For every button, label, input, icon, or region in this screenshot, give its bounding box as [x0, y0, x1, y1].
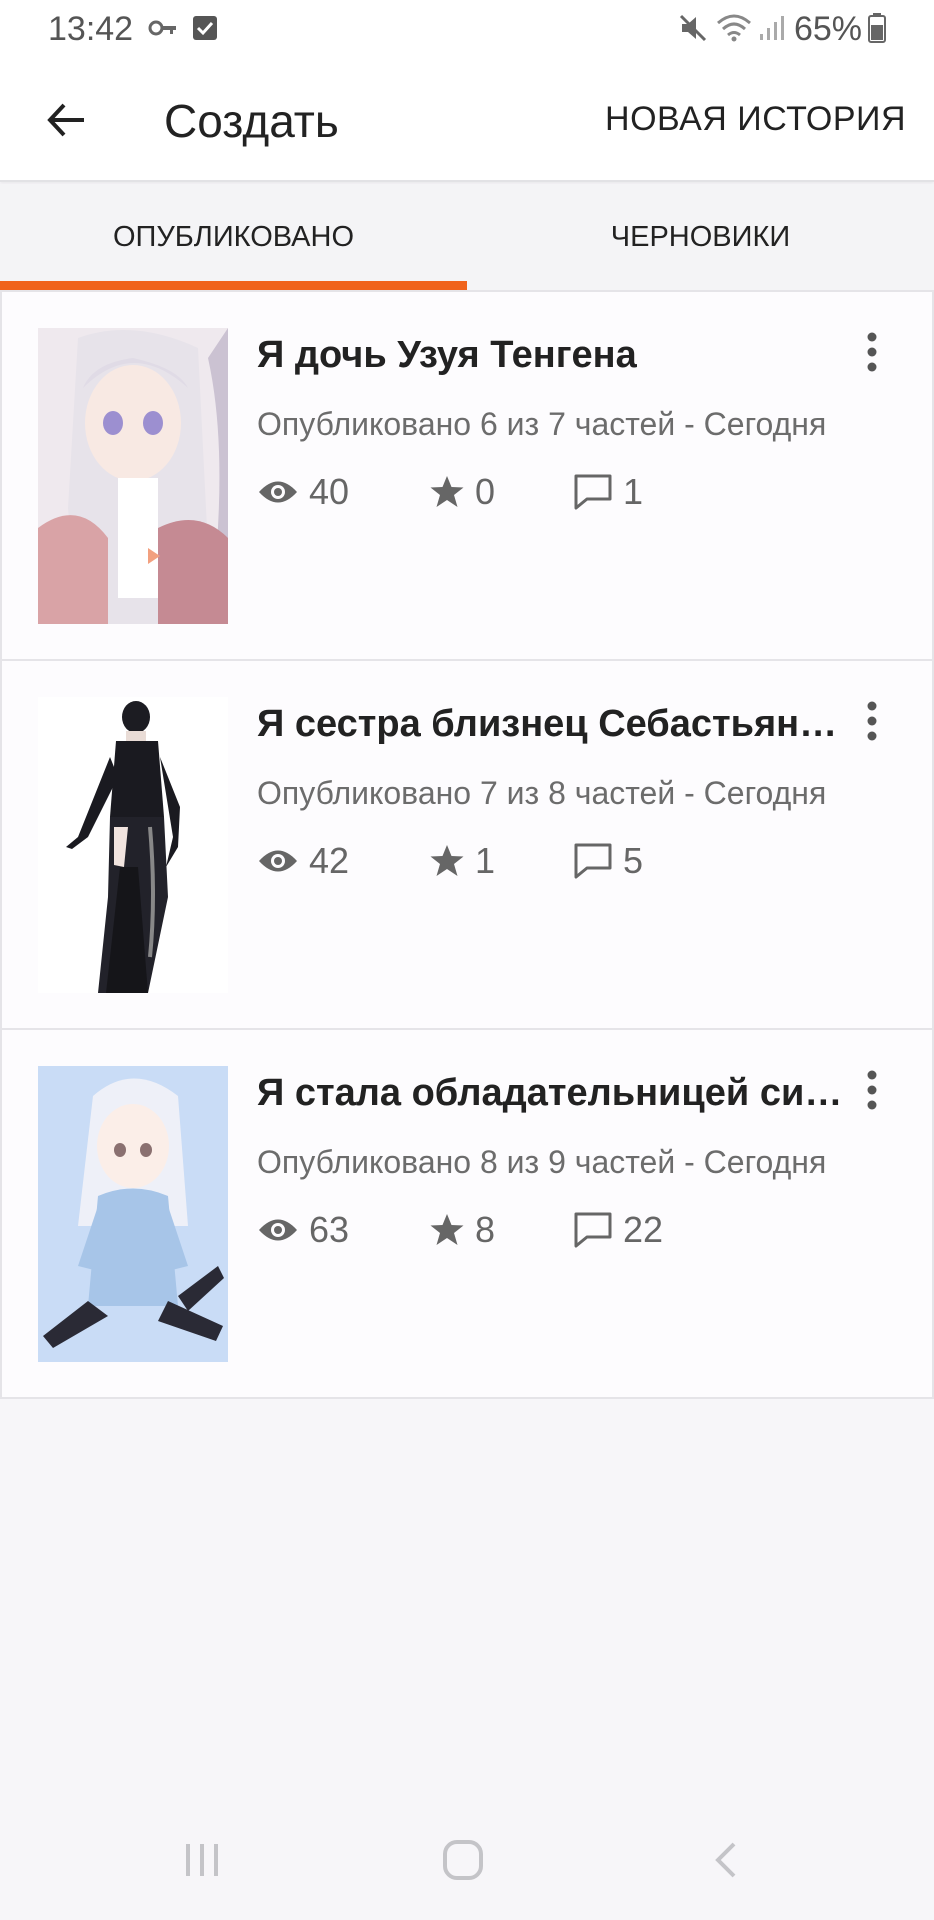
- comments-count: 22: [623, 1209, 664, 1250]
- story-cover-image: [38, 697, 228, 993]
- votes-count: 8: [475, 1209, 496, 1250]
- story-publish-status: Опубликовано 6 из 7 частей - Сегодня: [257, 406, 827, 442]
- home-icon: [443, 1840, 483, 1880]
- key-icon: [148, 12, 178, 44]
- story-card[interactable]: Я стала обладательницей сис… Опубликован…: [0, 1028, 934, 1399]
- more-options-button[interactable]: [852, 691, 892, 751]
- recent-apps-button[interactable]: [172, 1830, 232, 1890]
- story-card[interactable]: Я дочь Узуя Тенгена Опубликовано 6 из 7 …: [0, 290, 934, 661]
- eye-icon: [259, 481, 297, 503]
- story-publish-status: Опубликовано 8 из 9 частей - Сегодня: [257, 1144, 827, 1180]
- votes-stat: 0: [429, 468, 495, 516]
- views-stat: 40: [257, 468, 349, 516]
- comments-stat: 5: [573, 837, 643, 885]
- comment-icon: [574, 474, 612, 510]
- comments-count: 5: [623, 840, 644, 881]
- more-options-button[interactable]: [852, 1060, 892, 1120]
- story-stats: 42 1 5: [257, 837, 817, 885]
- comment-icon: [574, 843, 612, 879]
- comment-icon: [574, 1212, 612, 1248]
- star-icon: [430, 1214, 464, 1245]
- star-icon: [430, 476, 464, 507]
- eye-icon: [259, 850, 297, 872]
- story-cover-image: [38, 1066, 228, 1362]
- battery-percent: 65%: [793, 10, 862, 48]
- signal-icon: [758, 12, 786, 44]
- more-vertical-icon: [867, 701, 877, 741]
- story-publish-status: Опубликовано 7 из 8 частей - Сегодня: [257, 775, 827, 811]
- votes-count: 1: [475, 840, 496, 881]
- system-nav-bar: [0, 1800, 934, 1920]
- wifi-icon: [716, 12, 752, 44]
- votes-count: 0: [475, 471, 496, 512]
- views-count: 42: [309, 840, 350, 881]
- app-bar: Создать НОВАЯ ИСТОРИЯ: [0, 60, 934, 182]
- tab-published[interactable]: ОПУБЛИКОВАНО: [0, 184, 467, 290]
- tab-bar: ОПУБЛИКОВАНО ЧЕРНОВИКИ: [0, 184, 934, 290]
- more-options-button[interactable]: [852, 322, 892, 382]
- comments-count: 1: [623, 471, 644, 512]
- chevron-left-icon: [715, 1842, 736, 1878]
- recent-apps-icon: [186, 1844, 218, 1876]
- status-time: 13:42: [48, 10, 134, 48]
- views-stat: 63: [257, 1206, 349, 1254]
- arrow-left-icon: [47, 103, 84, 137]
- back-button[interactable]: [36, 90, 96, 150]
- check-square-icon: [192, 12, 218, 44]
- story-title[interactable]: Я стала обладательницей сис…: [257, 1072, 857, 1115]
- battery-icon: [868, 12, 886, 44]
- views-stat: 42: [257, 837, 349, 885]
- story-cover-image: [38, 328, 228, 624]
- eye-icon: [259, 1219, 297, 1241]
- views-count: 40: [309, 471, 350, 512]
- page-title: Создать: [164, 95, 339, 147]
- home-button[interactable]: [433, 1830, 493, 1890]
- tab-drafts[interactable]: ЧЕРНОВИКИ: [467, 184, 934, 290]
- story-stats: 63 8 22: [257, 1206, 817, 1254]
- back-nav-button[interactable]: [695, 1830, 755, 1890]
- votes-stat: 8: [429, 1206, 495, 1254]
- story-card[interactable]: Я сестра близнец Себастьяна… Опубликован…: [0, 659, 934, 1030]
- views-count: 63: [309, 1209, 350, 1250]
- story-title[interactable]: Я сестра близнец Себастьяна…: [257, 703, 857, 746]
- more-vertical-icon: [867, 332, 877, 372]
- story-stats: 40 0 1: [257, 468, 817, 516]
- new-story-button[interactable]: НОВАЯ ИСТОРИЯ: [605, 100, 906, 139]
- comments-stat: 1: [573, 468, 643, 516]
- more-vertical-icon: [867, 1070, 877, 1110]
- star-icon: [430, 845, 464, 876]
- story-title[interactable]: Я дочь Узуя Тенгена: [257, 334, 857, 377]
- votes-stat: 1: [429, 837, 495, 885]
- mute-icon: [678, 12, 708, 44]
- comments-stat: 22: [573, 1206, 663, 1254]
- status-bar: 13:42 65%: [0, 0, 934, 60]
- story-list: Я дочь Узуя Тенгена Опубликовано 6 из 7 …: [0, 290, 934, 1399]
